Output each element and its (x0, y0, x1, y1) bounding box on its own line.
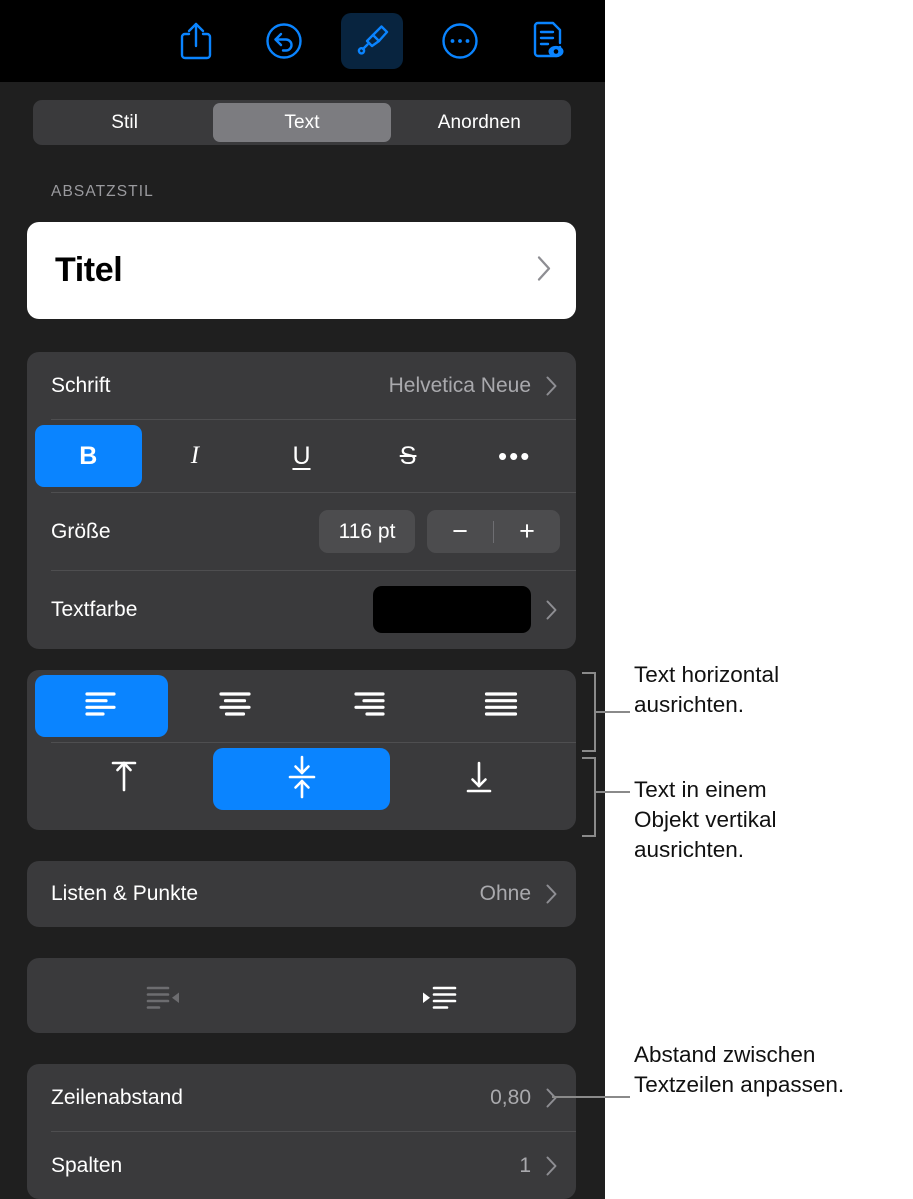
decrease-indent-icon (146, 984, 182, 1017)
spacing-group: Zeilenabstand 0,80 Spalten 1 (27, 1064, 576, 1199)
align-top-button[interactable] (35, 748, 213, 810)
line-spacing-row[interactable]: Zeilenabstand 0,80 (27, 1064, 576, 1131)
italic-button[interactable]: I (142, 425, 249, 487)
callout-horizontal: Text horizontal ausrichten. (634, 660, 904, 720)
horizontal-alignment-row (27, 670, 576, 742)
format-inspector-panel: Stil Text Anordnen ABSATZSTIL Titel Schr… (0, 0, 605, 1199)
text-color-row[interactable]: Textfarbe (27, 571, 576, 648)
columns-value: 1 (519, 1153, 531, 1177)
columns-label: Spalten (51, 1153, 123, 1177)
align-justify-button[interactable] (435, 675, 568, 737)
format-button[interactable] (341, 13, 403, 69)
font-size-increment[interactable]: + (494, 518, 560, 545)
font-style-row: B I U S ••• (27, 420, 576, 492)
tab-anordnen[interactable]: Anordnen (391, 103, 568, 142)
align-center-icon (218, 691, 252, 722)
align-left-icon (85, 691, 119, 722)
more-button[interactable] (429, 13, 491, 69)
text-color-label: Textfarbe (51, 597, 138, 621)
callout-horizontal-line2: ausrichten. (634, 692, 745, 717)
paragraph-style-label: ABSATZSTIL (51, 183, 154, 200)
undo-icon (264, 21, 304, 61)
align-middle-icon (286, 755, 318, 804)
indent-group (27, 958, 576, 1033)
font-label: Schrift (51, 373, 111, 397)
columns-row[interactable]: Spalten 1 (27, 1132, 576, 1199)
chevron-right-icon (545, 1155, 558, 1177)
paragraph-style-value: Titel (55, 251, 123, 289)
align-left-button[interactable] (35, 675, 169, 737)
document-view-icon (529, 20, 567, 62)
italic-glyph: I (190, 442, 200, 469)
chevron-right-icon (545, 883, 558, 905)
chevron-right-icon (536, 254, 552, 287)
callout-linespacing: Abstand zwischen Textzeilen anpassen. (634, 1040, 913, 1100)
align-justify-icon (484, 691, 518, 722)
lists-group: Listen & Punkte Ohne (27, 861, 576, 927)
inspector-tabs: Stil Text Anordnen (33, 100, 571, 145)
alignment-group (27, 670, 576, 830)
align-bottom-icon (463, 759, 495, 800)
callout-vertical-line3: ausrichten. (634, 837, 745, 862)
callout-leader-vertical (594, 791, 630, 793)
callout-linespacing-line2: Textzeilen anpassen. (634, 1072, 845, 1097)
align-top-icon (108, 759, 140, 800)
font-size-label: Größe (51, 519, 111, 543)
share-button[interactable] (165, 13, 227, 69)
font-size-value[interactable]: 116 pt (319, 510, 415, 553)
chevron-right-icon (545, 375, 558, 397)
align-right-button[interactable] (302, 675, 435, 737)
align-right-icon (351, 691, 385, 722)
tab-stil[interactable]: Stil (36, 103, 213, 142)
paintbrush-icon (352, 21, 392, 61)
align-bottom-button[interactable] (390, 748, 568, 810)
callout-vertical-line1: Text in einem (634, 777, 767, 802)
vertical-alignment-row (27, 743, 576, 815)
document-view-button[interactable] (517, 13, 579, 69)
paragraph-style-card[interactable]: Titel (27, 222, 576, 319)
callout-vertical: Text in einem Objekt vertikal ausrichten… (634, 775, 904, 865)
line-spacing-label: Zeilenabstand (51, 1085, 183, 1109)
lists-row[interactable]: Listen & Punkte Ohne (27, 861, 576, 927)
undo-button[interactable] (253, 13, 315, 69)
align-middle-button[interactable] (212, 748, 391, 810)
strikethrough-button[interactable]: S (355, 425, 462, 487)
font-row[interactable]: Schrift Helvetica Neue (27, 352, 576, 419)
toolbar (0, 0, 605, 82)
screenshot-root: Stil Text Anordnen ABSATZSTIL Titel Schr… (0, 0, 913, 1199)
chevron-right-icon (545, 599, 558, 621)
more-text-options-button[interactable]: ••• (461, 425, 568, 487)
increase-indent-icon (421, 984, 457, 1017)
callout-horizontal-line1: Text horizontal (634, 662, 780, 687)
tab-text[interactable]: Text (213, 103, 391, 142)
decrease-indent-button[interactable] (27, 984, 302, 1017)
font-size-stepper: − + (427, 510, 560, 553)
underline-button[interactable]: U (248, 425, 355, 487)
callout-leader-horizontal (594, 711, 630, 713)
lists-label: Listen & Punkte (51, 882, 199, 905)
align-center-button[interactable] (168, 675, 301, 737)
ellipsis-icon: ••• (498, 440, 532, 471)
share-icon (179, 21, 213, 61)
font-value: Helvetica Neue (388, 373, 531, 397)
text-color-swatch[interactable] (373, 586, 531, 633)
bold-glyph: B (79, 441, 98, 470)
callout-bracket-vertical (582, 757, 596, 837)
font-size-row: Größe 116 pt − + (27, 493, 576, 570)
line-spacing-value: 0,80 (490, 1085, 531, 1109)
callout-vertical-line2: Objekt vertikal (634, 807, 777, 832)
bold-button[interactable]: B (35, 425, 142, 487)
font-group: Schrift Helvetica Neue B I U S ••• Größe… (27, 352, 576, 649)
underline-glyph: U (292, 441, 311, 470)
lists-value: Ohne (479, 882, 531, 905)
indent-row (27, 958, 576, 1042)
callout-leader-linespacing (552, 1096, 630, 1098)
callout-linespacing-line1: Abstand zwischen (634, 1042, 816, 1067)
font-size-decrement[interactable]: − (427, 518, 493, 545)
ellipsis-circle-icon (440, 21, 480, 61)
increase-indent-button[interactable] (302, 984, 577, 1017)
strikethrough-glyph: S (399, 441, 417, 470)
